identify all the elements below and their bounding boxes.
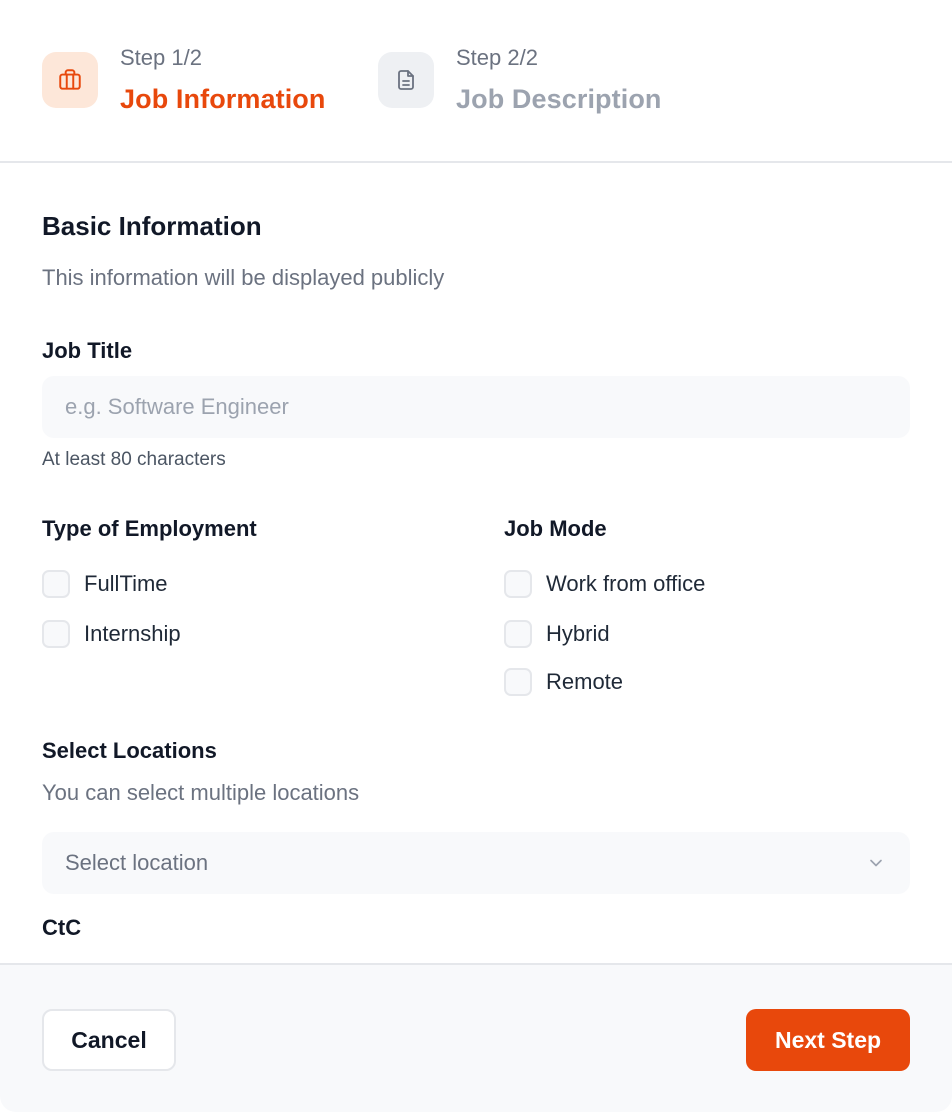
section-title: Basic Information xyxy=(42,211,262,241)
checkbox-label: Remote xyxy=(546,669,624,694)
job-title-input[interactable] xyxy=(42,376,910,438)
step-job-information[interactable]: Step 1/2 Job Information xyxy=(42,44,326,116)
checkbox[interactable] xyxy=(42,570,70,598)
checkbox-remote[interactable]: Remote xyxy=(504,668,623,696)
locations-subtitle: You can select multiple locations xyxy=(42,780,360,805)
next-step-button[interactable]: Next Step xyxy=(746,1009,910,1071)
checkbox-internship[interactable]: Internship xyxy=(42,620,181,648)
checkbox[interactable] xyxy=(42,620,70,648)
checkbox-label: Internship xyxy=(84,621,181,646)
checkbox[interactable] xyxy=(504,570,532,598)
step-title: Job Description xyxy=(456,84,662,114)
checkbox-fulltime[interactable]: FullTime xyxy=(42,570,168,598)
modal-footer: Cancel Next Step xyxy=(0,963,952,1112)
location-select[interactable]: Select location xyxy=(42,832,910,894)
job-mode-label: Job Mode xyxy=(504,516,607,541)
step-job-description[interactable]: Step 2/2 Job Description xyxy=(378,44,662,116)
cancel-button[interactable]: Cancel xyxy=(42,1009,176,1071)
step-count: Step 1/2 xyxy=(120,45,202,70)
chevron-down-icon xyxy=(870,859,882,867)
checkbox[interactable] xyxy=(504,668,532,696)
job-post-modal: Step 1/2 Job Information Step 2/2 Job De… xyxy=(0,0,952,1112)
briefcase-icon xyxy=(42,52,98,108)
step-count: Step 2/2 xyxy=(456,45,538,70)
select-placeholder: Select location xyxy=(65,850,209,875)
job-title-label: Job Title xyxy=(42,338,133,363)
stepper: Step 1/2 Job Information Step 2/2 Job De… xyxy=(0,0,952,163)
checkbox-label: Work from office xyxy=(546,571,706,596)
checkbox-work-from-office[interactable]: Work from office xyxy=(504,570,705,598)
checkbox-label: FullTime xyxy=(84,571,168,596)
checkbox[interactable] xyxy=(504,620,532,648)
locations-label: Select Locations xyxy=(42,738,217,763)
document-icon xyxy=(378,52,434,108)
job-title-hint: At least 80 characters xyxy=(42,449,226,470)
section-subtitle: This information will be displayed publi… xyxy=(42,265,445,290)
checkbox-label: Hybrid xyxy=(546,621,610,646)
ctc-label: CtC xyxy=(42,915,82,940)
checkbox-hybrid[interactable]: Hybrid xyxy=(504,620,610,648)
employment-label: Type of Employment xyxy=(42,516,257,541)
step-title: Job Information xyxy=(120,84,326,114)
